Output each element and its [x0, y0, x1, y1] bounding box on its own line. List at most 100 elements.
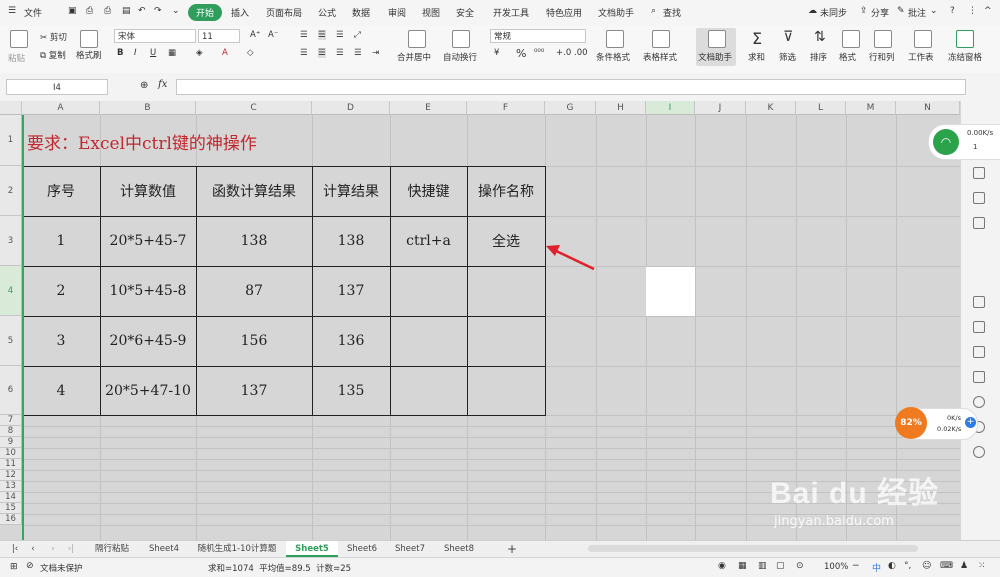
- tab-security[interactable]: 安全: [456, 6, 474, 19]
- table-cell[interactable]: [467, 266, 545, 316]
- doc-helper-button[interactable]: 文档助手: [698, 51, 732, 63]
- table-cell[interactable]: 3: [22, 316, 100, 366]
- thousands-icon[interactable]: ⁰⁰⁰: [534, 48, 544, 58]
- filter-icon[interactable]: ⊽: [783, 29, 793, 45]
- column-header-a[interactable]: A: [22, 101, 100, 115]
- export-icon[interactable]: ▤: [122, 6, 131, 16]
- keyboard-icon[interactable]: ⌨: [940, 561, 953, 571]
- number-format-select[interactable]: 常规: [490, 29, 586, 43]
- table-cell[interactable]: [467, 366, 545, 415]
- paste-icon[interactable]: [10, 30, 28, 48]
- tab-page-layout[interactable]: 页面布局: [266, 6, 302, 19]
- eye-icon[interactable]: ◉: [718, 561, 726, 571]
- decrease-font-icon[interactable]: A⁻: [268, 30, 278, 40]
- table-header-cell[interactable]: 操作名称: [467, 166, 545, 216]
- help-circle-icon[interactable]: [973, 446, 985, 458]
- indent-icon[interactable]: ⇥: [372, 48, 379, 58]
- format-icon[interactable]: [842, 30, 860, 48]
- sheet-tab-3[interactable]: Sheet5: [286, 541, 338, 557]
- font-color-icon[interactable]: A: [222, 48, 228, 58]
- tab-formulas[interactable]: 公式: [318, 6, 336, 19]
- print-icon[interactable]: ⎙: [104, 6, 111, 16]
- tab-doc-helper[interactable]: 文档助手: [598, 6, 634, 19]
- column-header-k[interactable]: K: [746, 101, 796, 115]
- table-cell[interactable]: 137: [312, 266, 390, 316]
- table-header-cell[interactable]: 函数计算结果: [196, 166, 312, 216]
- row-header-1[interactable]: 1: [0, 115, 22, 166]
- align-bottom-icon[interactable]: ☰: [336, 30, 344, 40]
- collapse-icon[interactable]: ^: [984, 6, 992, 16]
- row-header-2[interactable]: 2: [0, 166, 22, 216]
- fill-color-icon[interactable]: ◈: [196, 48, 203, 58]
- last-sheet-icon[interactable]: ›|: [66, 541, 76, 557]
- align-top-icon[interactable]: ☰: [300, 30, 308, 40]
- font-name-select[interactable]: 宋体: [114, 29, 196, 43]
- row-header-10[interactable]: 10: [0, 448, 22, 459]
- emoji-icon[interactable]: ☺: [922, 561, 931, 571]
- table-cell[interactable]: 4: [22, 366, 100, 415]
- clear-format-icon[interactable]: ◇: [247, 48, 254, 58]
- page-break-icon[interactable]: ▢: [776, 561, 785, 571]
- row-header-15[interactable]: 15: [0, 503, 22, 514]
- selected-cell-i4[interactable]: [646, 267, 695, 316]
- location-icon[interactable]: [973, 396, 985, 408]
- sheet-tab-4[interactable]: Sheet6: [338, 541, 386, 557]
- tab-special[interactable]: 特色应用: [546, 6, 582, 19]
- table-cell[interactable]: [390, 316, 467, 366]
- cond-format-button[interactable]: 条件格式: [596, 51, 630, 63]
- bold-button[interactable]: B: [117, 48, 123, 58]
- merge-center-button[interactable]: 合并居中: [397, 51, 431, 63]
- table-cell[interactable]: [390, 366, 467, 415]
- next-sheet-icon[interactable]: ›: [48, 541, 58, 557]
- zoom-formula-icon[interactable]: ⊕: [140, 80, 148, 91]
- normal-view-icon[interactable]: ▦: [738, 561, 747, 571]
- image-icon[interactable]: [973, 371, 985, 383]
- formula-input[interactable]: [176, 79, 966, 95]
- column-header-m[interactable]: M: [846, 101, 896, 115]
- column-header-d[interactable]: D: [312, 101, 390, 115]
- protect-status[interactable]: 文档未保护: [40, 562, 83, 574]
- save-icon[interactable]: ▣: [68, 6, 77, 16]
- table-style-icon[interactable]: [652, 30, 670, 48]
- row-header-11[interactable]: 11: [0, 459, 22, 470]
- format-painter-icon[interactable]: [80, 30, 98, 48]
- sort-icon[interactable]: ⇅: [814, 29, 826, 45]
- select-icon[interactable]: [973, 167, 985, 179]
- increase-decimal-icon[interactable]: +.0: [556, 48, 571, 58]
- cond-format-icon[interactable]: [606, 30, 624, 48]
- chevron-down-icon[interactable]: ⌄: [172, 6, 180, 16]
- increase-font-icon[interactable]: A⁺: [250, 30, 260, 40]
- sheet-title[interactable]: 要求：Excel中ctrl键的神操作: [23, 116, 545, 166]
- page-view-icon[interactable]: ▥: [758, 561, 767, 571]
- table-cell[interactable]: 138: [312, 216, 390, 266]
- column-header-l[interactable]: L: [796, 101, 846, 115]
- filter-button[interactable]: 筛选: [779, 51, 796, 63]
- row-col-button[interactable]: 行和列: [869, 51, 895, 63]
- grid-apps-icon[interactable]: ⁙: [978, 561, 986, 571]
- table-cell[interactable]: ctrl+a: [390, 216, 467, 266]
- tab-review[interactable]: 审阅: [388, 6, 406, 19]
- search-label[interactable]: 查找: [663, 6, 681, 19]
- column-header-i[interactable]: I: [646, 101, 695, 115]
- more-icon[interactable]: ⋮: [968, 6, 977, 16]
- wrap-text-button[interactable]: 自动换行: [443, 51, 477, 63]
- italic-button[interactable]: I: [134, 48, 137, 58]
- sheet-tab-2[interactable]: 随机生成1-10计算题: [188, 541, 286, 557]
- style-icon[interactable]: [973, 192, 985, 204]
- tab-home[interactable]: 开始: [188, 4, 223, 21]
- sheet-tab-5[interactable]: Sheet7: [386, 541, 434, 557]
- share-link-icon[interactable]: [973, 321, 985, 333]
- table-cell[interactable]: [390, 266, 467, 316]
- merge-icon[interactable]: [408, 30, 426, 48]
- column-header-b[interactable]: B: [100, 101, 196, 115]
- row-header-6[interactable]: 6: [0, 366, 22, 415]
- column-header-e[interactable]: E: [390, 101, 467, 115]
- row-header-8[interactable]: 8: [0, 426, 22, 437]
- table-cell[interactable]: 全选: [467, 216, 545, 266]
- sort-button[interactable]: 排序: [810, 51, 827, 63]
- decrease-decimal-icon[interactable]: .00: [574, 48, 588, 58]
- currency-icon[interactable]: ¥: [494, 48, 499, 58]
- sync-status[interactable]: 未同步: [820, 6, 847, 19]
- table-cell[interactable]: 87: [196, 266, 312, 316]
- punctuation-icon[interactable]: °,: [904, 561, 911, 571]
